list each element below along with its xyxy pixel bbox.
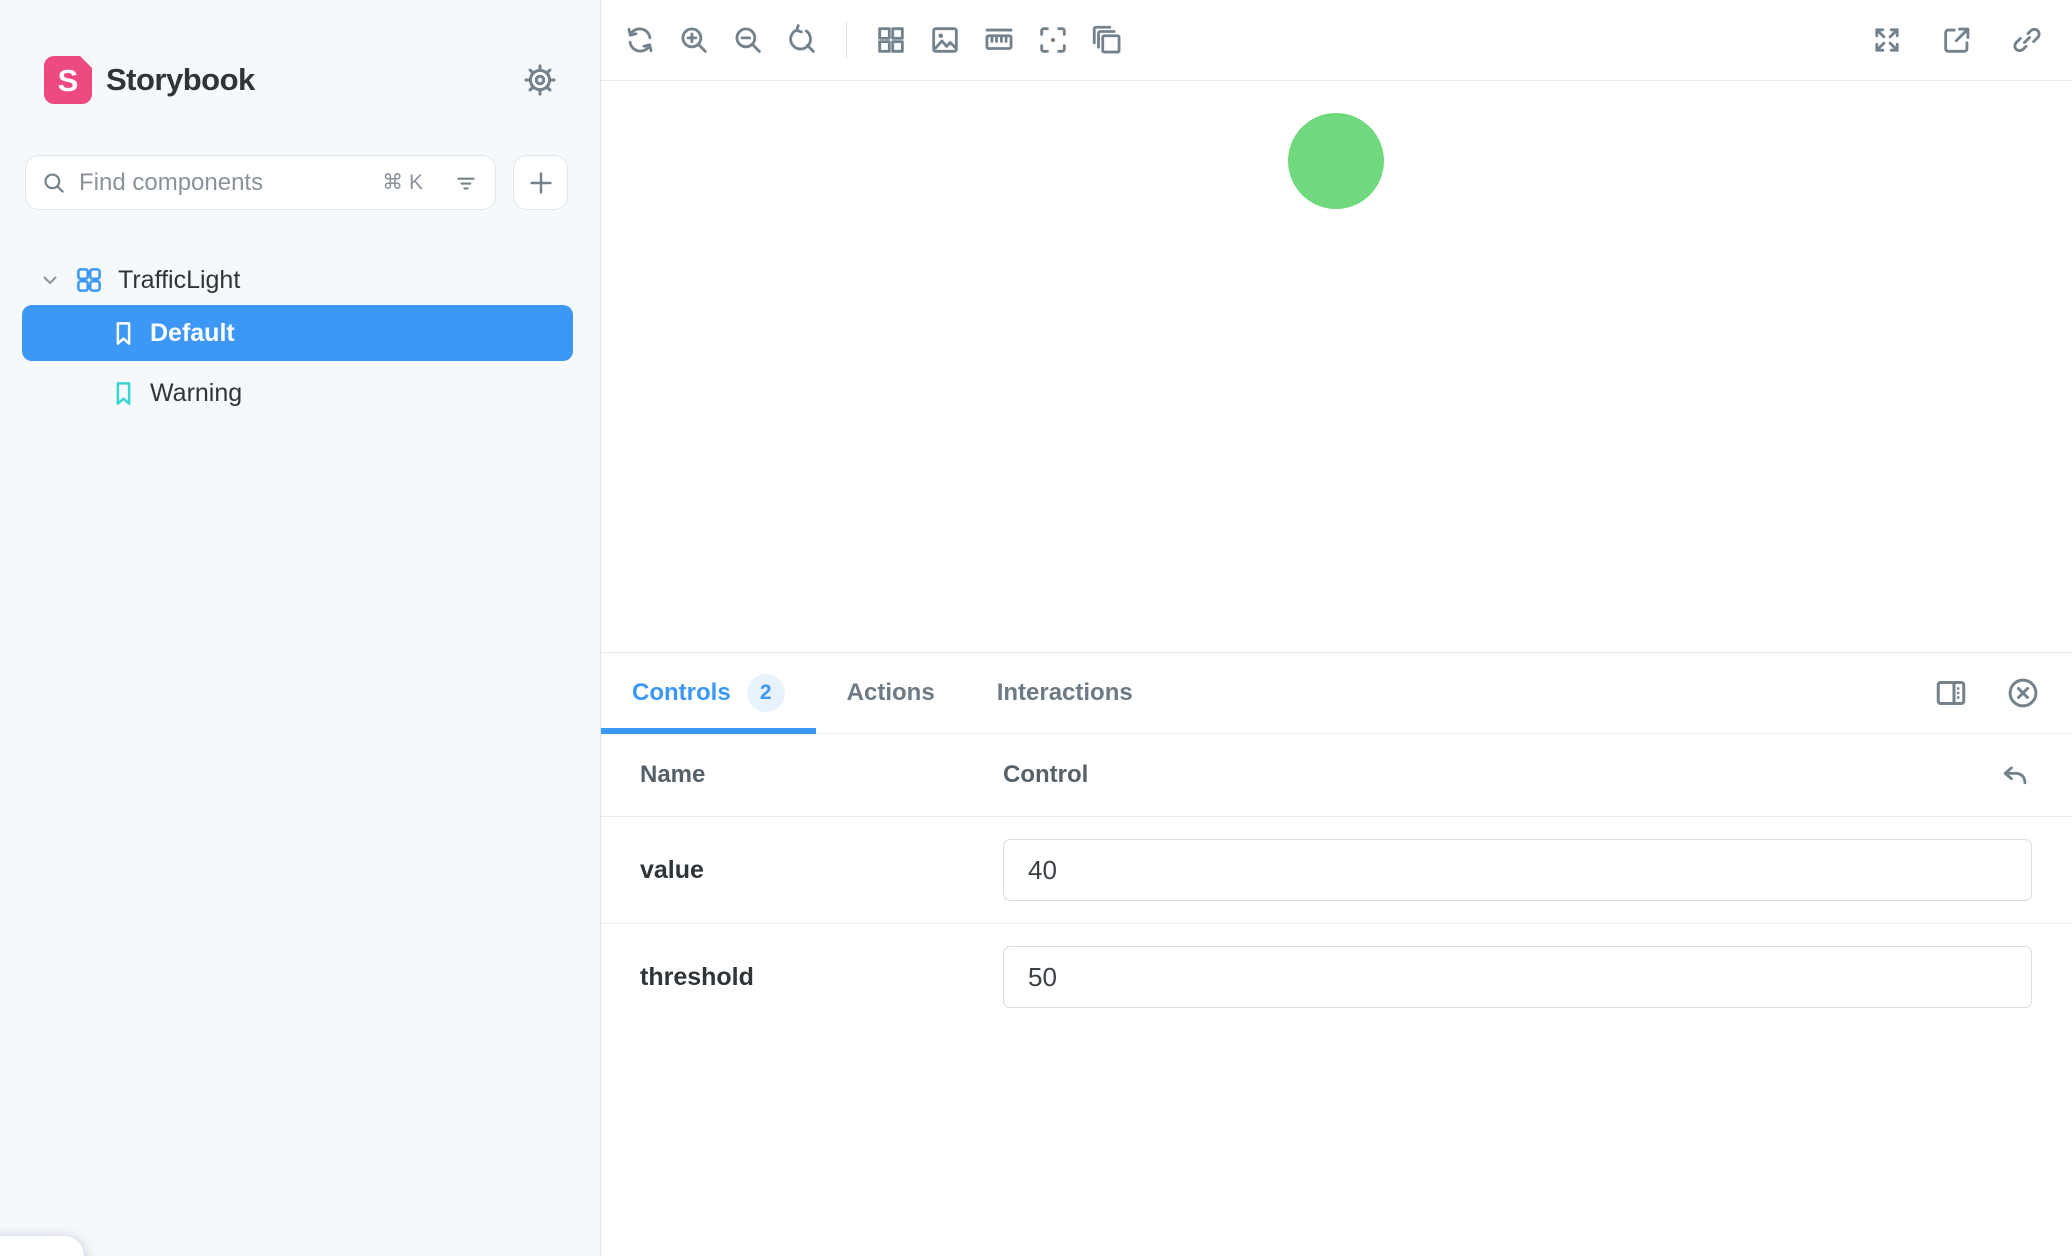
search-box[interactable]: ⌘ K — [25, 155, 496, 210]
background-button[interactable] — [926, 21, 964, 59]
threshold-input[interactable] — [1003, 946, 2032, 1008]
tab-interactions-label: Interactions — [997, 679, 1133, 707]
create-story-button[interactable] — [513, 155, 568, 210]
brand-title: Storybook — [106, 62, 255, 98]
logo-bookmark-notch — [80, 56, 92, 68]
layers-icon — [1090, 23, 1124, 57]
zoom-out-icon — [731, 23, 765, 57]
outline-icon — [1036, 23, 1070, 57]
copy-link-button[interactable] — [2008, 21, 2046, 59]
filter-button[interactable] — [453, 170, 479, 196]
open-external-icon — [1940, 23, 1974, 57]
fullscreen-icon — [1870, 23, 1904, 57]
control-name: value — [640, 856, 704, 884]
open-external-button[interactable] — [1938, 21, 1976, 59]
search-shortcut: ⌘ K — [382, 170, 423, 195]
zoom-in-button[interactable] — [675, 21, 713, 59]
story-item-warning[interactable]: Warning — [22, 365, 573, 421]
toolbar-right-group — [1868, 21, 2046, 59]
header-control: Control — [1003, 761, 1088, 789]
plus-icon — [526, 168, 556, 198]
search-row: ⌘ K — [25, 155, 568, 210]
tab-controls-label: Controls — [632, 679, 731, 707]
sidebar: S Storybook ⌘ K — [0, 0, 601, 1256]
remount-button[interactable] — [621, 21, 659, 59]
brand: S Storybook — [44, 56, 255, 104]
reset-controls-button[interactable] — [1998, 758, 2032, 792]
panel-position-button[interactable] — [1932, 674, 1970, 712]
gear-icon — [522, 62, 558, 98]
zoom-in-icon — [677, 23, 711, 57]
story-label: Warning — [150, 379, 242, 408]
search-icon — [41, 170, 67, 196]
layers-button[interactable] — [1088, 21, 1126, 59]
grid-toggle-button[interactable] — [872, 21, 910, 59]
toolbar-divider — [846, 22, 847, 58]
controls-count-badge: 2 — [747, 674, 785, 712]
header-name: Name — [640, 761, 705, 788]
chevron-down-icon — [38, 268, 62, 292]
filter-icon — [453, 170, 479, 196]
remount-icon — [623, 23, 657, 57]
control-name: threshold — [640, 963, 754, 991]
reset-zoom-icon — [785, 23, 819, 57]
component-label: TrafficLight — [118, 266, 240, 295]
component-tree: TrafficLight Default Warning — [0, 255, 600, 421]
tree-item-trafficlight[interactable]: TrafficLight — [0, 255, 600, 305]
control-row-threshold: threshold — [601, 924, 2072, 1030]
bottom-left-popover-corner — [0, 1236, 84, 1256]
close-panel-button[interactable] — [2004, 674, 2042, 712]
measure-icon — [982, 23, 1016, 57]
measure-button[interactable] — [980, 21, 1018, 59]
tab-controls[interactable]: Controls 2 — [632, 674, 785, 712]
tab-actions[interactable]: Actions — [847, 679, 935, 707]
component-icon — [74, 265, 104, 295]
settings-button[interactable] — [520, 60, 560, 100]
reset-controls-icon — [1998, 758, 2032, 792]
copy-link-icon — [2010, 23, 2044, 57]
grid-icon — [874, 23, 908, 57]
control-row-value: value — [601, 817, 2072, 924]
search-input[interactable] — [77, 168, 382, 198]
outline-button[interactable] — [1034, 21, 1072, 59]
storybook-app: S Storybook ⌘ K — [0, 0, 2072, 1256]
panel-position-icon — [1933, 675, 1969, 711]
reset-zoom-button[interactable] — [783, 21, 821, 59]
panel-tab-actions — [1932, 674, 2042, 712]
tab-actions-label: Actions — [847, 679, 935, 707]
fullscreen-button[interactable] — [1868, 21, 1906, 59]
traffic-light-circle — [1288, 113, 1384, 209]
zoom-out-button[interactable] — [729, 21, 767, 59]
bookmark-icon — [110, 380, 137, 407]
tab-interactions[interactable]: Interactions — [997, 679, 1133, 707]
storybook-logo: S — [44, 56, 92, 104]
logo-letter: S — [58, 65, 79, 96]
active-tab-underline — [601, 728, 816, 734]
canvas-toolbar — [601, 0, 2072, 81]
toolbar-left-group — [621, 21, 1126, 59]
addon-panel: Controls 2 Actions Interactions — [601, 652, 2072, 1256]
story-item-default[interactable]: Default — [22, 305, 573, 361]
story-label: Default — [150, 319, 235, 348]
bookmark-icon — [110, 320, 137, 347]
value-input[interactable] — [1003, 839, 2032, 901]
background-image-icon — [928, 23, 962, 57]
close-panel-icon — [2005, 675, 2041, 711]
panel-tabs: Controls 2 Actions Interactions — [601, 653, 2072, 734]
controls-table-header: Name Control — [601, 734, 2072, 817]
